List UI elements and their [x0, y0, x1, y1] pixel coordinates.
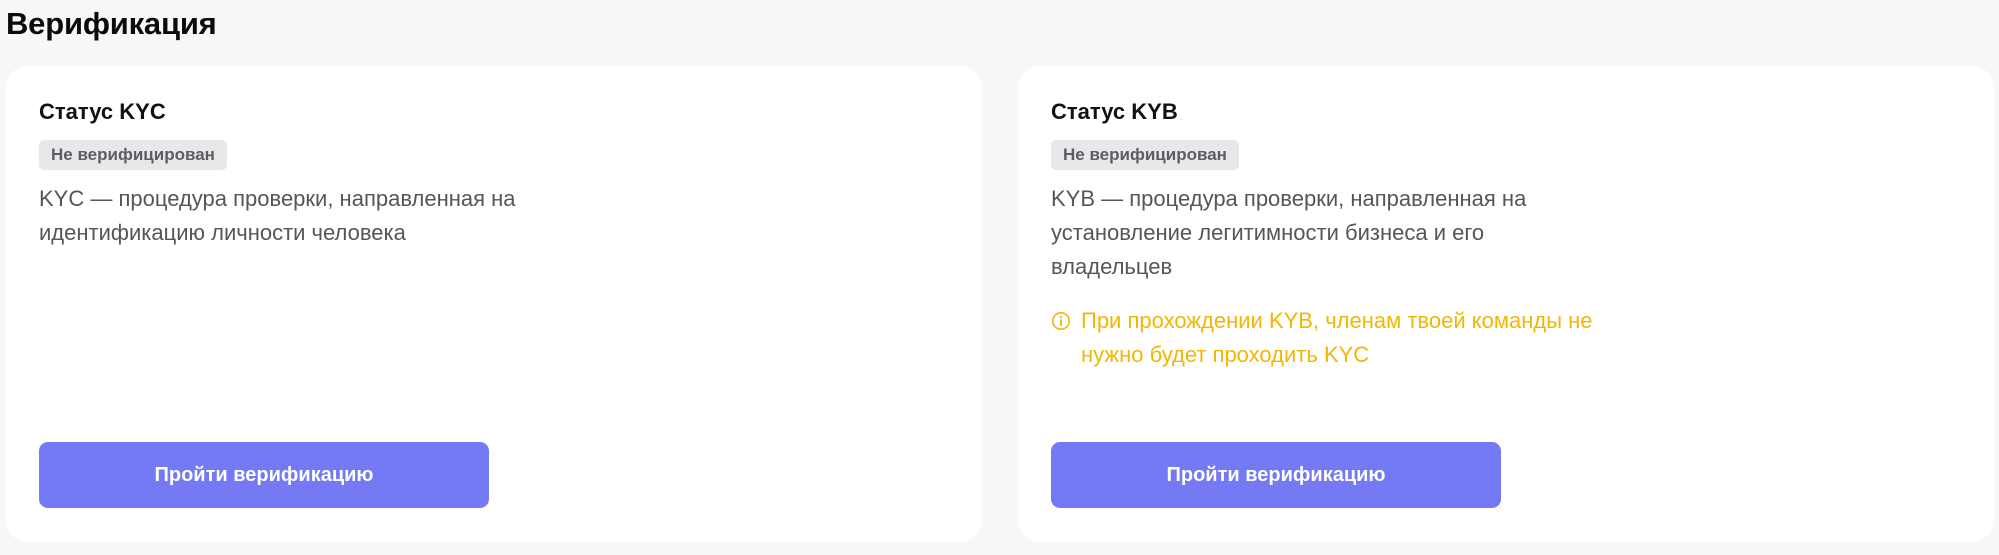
kyb-verify-button[interactable]: Пройти верификацию [1051, 442, 1501, 508]
kyb-warning: При прохождении KYB, членам твоей команд… [1051, 304, 1611, 372]
info-circle-icon [1052, 312, 1070, 330]
kyb-warning-text: При прохождении KYB, членам твоей команд… [1081, 308, 1593, 367]
kyc-card-title: Статус KYC [39, 99, 166, 124]
kyb-card-title: Статус KYB [1051, 99, 1178, 124]
kyc-verify-button[interactable]: Пройти верификацию [39, 442, 489, 508]
verification-cards: Статус KYC Не верифицирован KYC — процед… [6, 66, 1994, 542]
kyb-description: KYB — процедура проверки, направленная н… [1051, 186, 1527, 279]
kyb-status-badge: Не верифицирован [1051, 140, 1239, 170]
kyc-status-badge: Не верифицирован [39, 140, 227, 170]
kyc-card: Статус KYC Не верифицирован KYC — процед… [6, 66, 982, 542]
kyb-card: Статус KYB Не верифицирован KYB — процед… [1018, 66, 1994, 542]
kyc-description: KYC — процедура проверки, направленная н… [39, 186, 516, 245]
page-title: Верификация [6, 6, 217, 41]
